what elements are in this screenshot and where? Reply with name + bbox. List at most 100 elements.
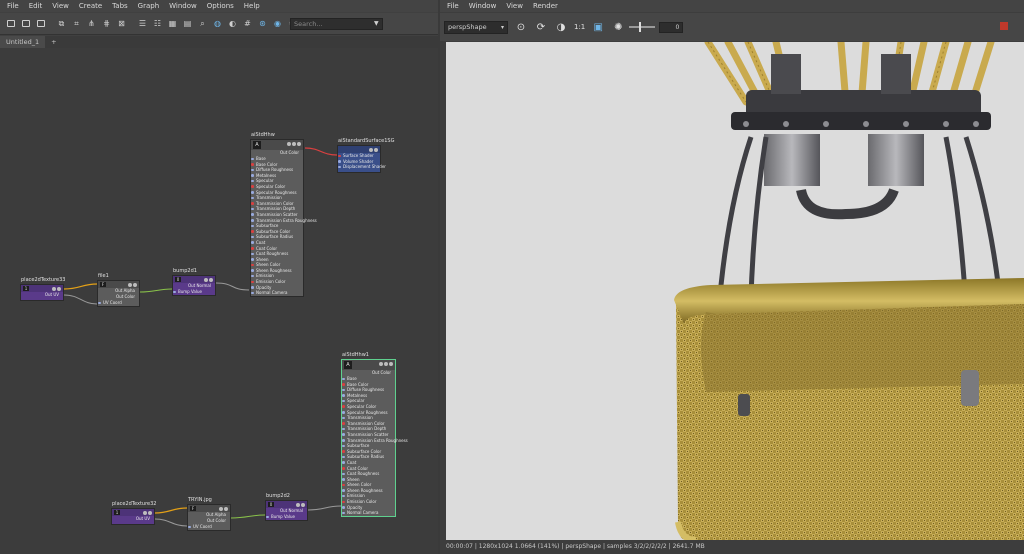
snap-icon[interactable]: ⊛ (256, 17, 269, 30)
menu-help[interactable]: Help (239, 2, 265, 10)
menu-file[interactable]: File (2, 2, 24, 10)
node-attr-row[interactable]: Displacement Shader (338, 164, 386, 170)
search-input[interactable]: Search... (290, 18, 383, 30)
menu-window[interactable]: Window (164, 2, 202, 10)
bookmark-icon[interactable]: ◐ (226, 17, 239, 30)
bump-node-1[interactable]: bump2d1 0 Out Normal Bump Value (172, 268, 216, 296)
node-input[interactable]: Bump Value (266, 514, 307, 519)
layout-icon[interactable]: ⌗ (70, 17, 83, 30)
node-output[interactable]: Out UV (112, 516, 154, 522)
hypershade-menubar: File Edit View Create Tabs Graph Window … (0, 0, 438, 12)
pin-icon[interactable]: ◉ (271, 17, 284, 30)
node-buttons[interactable] (369, 148, 378, 152)
file-texture-node-1[interactable]: file1 F Out Alpha Out Color UV Coord (97, 273, 140, 307)
render-status-bar: 00:00:07 | 1280x1024 1.0664 (141%) | per… (446, 543, 705, 550)
shader-icon: A (253, 141, 261, 149)
shader-node-ai-std-1[interactable]: aiStdHhw A Out Color Base Base Color Diffu… (250, 132, 317, 297)
node-buttons[interactable] (287, 142, 301, 146)
exposure-control: ✺ 0 (611, 20, 684, 34)
wire-place1-file1 (63, 283, 98, 290)
node-buttons[interactable] (143, 511, 152, 515)
node-value: 1 (23, 286, 29, 291)
hypershade-panel: File Edit View Create Tabs Graph Window … (0, 0, 438, 554)
node-value: 0 (268, 502, 274, 507)
swatch-icon[interactable]: ◍ (211, 17, 224, 30)
node-input[interactable]: UV Coord (98, 300, 139, 305)
graph-tabbar: Untitled_1 + (0, 36, 438, 48)
menu-graph[interactable]: Graph (133, 2, 164, 10)
render-viewport[interactable] (446, 42, 1024, 540)
render-view-panel: File Window View Render perspShape ⊙ ⟳ ◑… (440, 0, 1024, 554)
node-title: aiStandardSurface1SG (338, 138, 395, 144)
camera-select[interactable]: perspShape (444, 20, 508, 34)
file-icon: F (100, 282, 106, 287)
output-connections-icon[interactable] (34, 17, 47, 30)
bump-node-2[interactable]: bump2d2 0 Out Normal Bump Value (265, 493, 308, 521)
simple-mode-icon[interactable]: ☰ (136, 17, 149, 30)
exposure-icon[interactable]: ✺ (611, 20, 625, 34)
node-input[interactable]: UV Coord (188, 524, 230, 529)
graph-downstream-icon[interactable]: ⋕ (100, 17, 113, 30)
grid-icon[interactable]: # (241, 17, 254, 30)
render-icon[interactable]: ⊙ (514, 20, 528, 34)
node-buttons[interactable] (128, 283, 137, 287)
refresh-icon[interactable]: ⟳ (534, 20, 548, 34)
menu-view[interactable]: View (47, 2, 74, 10)
menu-edit[interactable]: Edit (24, 2, 48, 10)
file-texture-node-2[interactable]: TRYIN.jpg F Out Alpha Out Color UV Coord (187, 497, 231, 531)
render-menu-window[interactable]: Window (464, 2, 502, 10)
shading-group-node[interactable]: aiStandardSurface1SG Surface Shader Volu… (337, 138, 394, 173)
node-buttons[interactable] (379, 362, 393, 366)
search-dropdown-icon[interactable]: ▼ (374, 20, 379, 27)
wire-bump2-std2 (307, 505, 342, 511)
wire-place2-file2-b (154, 518, 188, 527)
node-output[interactable]: Out UV (21, 292, 63, 298)
node-attributes: Base Base Color Diffuse Roughness Metalness… (342, 376, 408, 516)
node-graph[interactable]: aiStdHhw A Out Color Base Base Color Diffu… (0, 48, 438, 554)
input-connections-icon[interactable] (4, 17, 17, 30)
node-title: bump2d1 (173, 268, 197, 274)
ratio-toggle[interactable]: 1:1 (574, 23, 585, 31)
node-title: aiStdHhw1 (342, 352, 369, 358)
menu-options[interactable]: Options (202, 2, 239, 10)
exposure-value[interactable]: 0 (659, 21, 684, 33)
shader-node-ai-std-2[interactable]: aiStdHhw1 A Out Color Base Base Color Diff… (341, 352, 408, 517)
node-title: place2dTexture32 (112, 501, 157, 507)
node-buttons[interactable] (219, 507, 228, 511)
render-menu-file[interactable]: File (442, 2, 464, 10)
render-menu-view[interactable]: View (501, 2, 528, 10)
wire-bump1-std1 (215, 282, 250, 291)
node-buttons[interactable] (296, 503, 305, 507)
full-mode-icon[interactable]: ▦ (166, 17, 179, 30)
node-buttons[interactable] (204, 278, 213, 282)
node-title: TRYIN.jpg (188, 497, 212, 503)
node-buttons[interactable] (52, 287, 61, 291)
clear-graph-icon[interactable]: ⊠ (115, 17, 128, 30)
node-input[interactable]: Bump Value (173, 289, 215, 294)
node-attr-row[interactable]: Normal Camera (251, 290, 303, 296)
node-value: 1 (114, 510, 120, 515)
place2d-node-1[interactable]: place2dTexture33 1 Out UV (20, 277, 65, 301)
search-icon[interactable]: ⌕ (196, 17, 209, 30)
add-tab-button[interactable]: + (45, 36, 62, 48)
graph-upstream-icon[interactable]: ⋔ (85, 17, 98, 30)
render-menu-render[interactable]: Render (528, 2, 563, 10)
node-attr-row[interactable]: Normal Camera (342, 510, 395, 516)
io-connections-icon[interactable] (19, 17, 32, 30)
tab-untitled-1[interactable]: Untitled_1 (0, 36, 46, 48)
node-title: place2dTexture33 (21, 277, 66, 283)
file-icon: F (190, 506, 196, 511)
app-window: File Edit View Create Tabs Graph Window … (0, 0, 1024, 554)
frame-all-icon[interactable]: ⧉ (55, 17, 68, 30)
connected-mode-icon[interactable]: ☷ (151, 17, 164, 30)
crop-icon[interactable]: ▣ (591, 20, 605, 34)
menu-tabs[interactable]: Tabs (107, 2, 133, 10)
menu-create[interactable]: Create (74, 2, 107, 10)
custom-mode-icon[interactable]: ▤ (181, 17, 194, 30)
display-icon[interactable]: ◑ (554, 20, 568, 34)
stop-render-button[interactable] (1000, 22, 1008, 30)
exposure-slider[interactable] (629, 22, 656, 32)
wire-file2-bump2 (230, 514, 266, 519)
place2d-node-2[interactable]: place2dTexture32 1 Out UV (111, 501, 156, 525)
balloon-render-image (446, 42, 1024, 540)
